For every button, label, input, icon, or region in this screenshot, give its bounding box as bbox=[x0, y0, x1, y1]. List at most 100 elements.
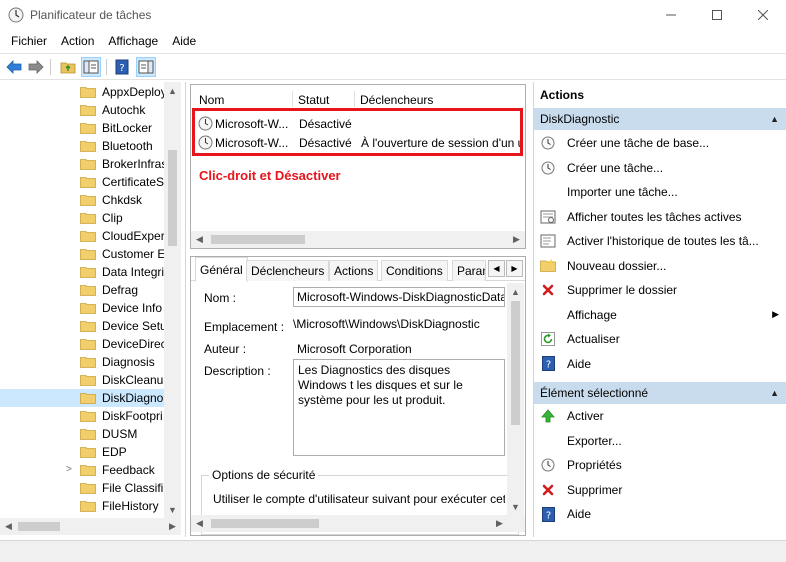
actions-section-selected-item[interactable]: Élément sélectionné ▲ bbox=[534, 382, 786, 404]
svg-text:?: ? bbox=[545, 510, 550, 521]
details-horizontal-scrollbar[interactable]: ◀ ▶ bbox=[191, 515, 525, 532]
tree-horizontal-scroll-thumb[interactable] bbox=[18, 522, 60, 531]
up-folder-button[interactable] bbox=[58, 57, 78, 77]
show-hide-console-tree-button[interactable] bbox=[81, 57, 101, 77]
action-item[interactable]: Supprimer le dossier bbox=[534, 279, 786, 301]
close-button[interactable] bbox=[740, 0, 786, 30]
name-field[interactable]: Microsoft-Windows-DiskDiagnosticDataColl… bbox=[293, 287, 505, 307]
scroll-down-arrow-icon[interactable]: ▼ bbox=[164, 501, 181, 518]
menu-action[interactable]: Action bbox=[54, 34, 101, 48]
description-field[interactable]: Les Diagnostics des disques Windows t le… bbox=[293, 359, 505, 456]
tree-item[interactable]: Diagnosis bbox=[0, 353, 168, 371]
tree-item[interactable]: DiskDiagno bbox=[0, 389, 168, 407]
tree-item[interactable]: BrokerInfras bbox=[0, 155, 168, 173]
action-item[interactable]: Activer bbox=[534, 405, 786, 427]
console-tree[interactable]: AppxDeploy Autochk BitLocker Bluetooth Broke… bbox=[0, 82, 186, 537]
action-item[interactable]: Afficher toutes les tâches actives bbox=[534, 206, 786, 228]
tree-item[interactable]: EDP bbox=[0, 443, 168, 461]
tree-item[interactable]: CloudExper bbox=[0, 227, 168, 245]
tree-item[interactable]: BitLocker bbox=[0, 119, 168, 137]
task-list-horizontal-scrollbar[interactable]: ◀ ▶ bbox=[191, 231, 525, 248]
action-item[interactable]: Exporter... bbox=[534, 430, 786, 452]
back-button[interactable] bbox=[4, 57, 24, 77]
menu-help[interactable]: Aide bbox=[165, 34, 203, 48]
action-item[interactable]: Supprimer bbox=[534, 479, 786, 501]
details-horizontal-scroll-thumb[interactable] bbox=[211, 519, 319, 528]
scroll-left-arrow-icon[interactable]: ◀ bbox=[0, 518, 17, 535]
expand-chevron-icon[interactable]: > bbox=[66, 464, 72, 475]
action-item[interactable]: Créer une tâche de base... bbox=[534, 132, 786, 154]
tree-item[interactable]: Customer E bbox=[0, 245, 168, 263]
scroll-up-arrow-icon[interactable]: ▲ bbox=[164, 82, 181, 99]
actions-section-diskdiagnostic[interactable]: DiskDiagnostic ▲ bbox=[534, 108, 786, 130]
column-separator[interactable] bbox=[354, 91, 355, 107]
tree-item[interactable]: FileHistory bbox=[0, 497, 168, 515]
scroll-right-arrow-icon[interactable]: ▶ bbox=[491, 515, 508, 532]
action-item[interactable]: Activer l'historique de toutes les tâ... bbox=[534, 230, 786, 252]
scroll-up-arrow-icon[interactable]: ▲ bbox=[507, 283, 524, 300]
action-item[interactable]: ? Aide bbox=[534, 353, 786, 375]
action-item[interactable]: Affichage ▶ bbox=[534, 304, 786, 326]
tree-item[interactable]: Bluetooth bbox=[0, 137, 168, 155]
tree-vertical-scroll-thumb[interactable] bbox=[168, 150, 177, 246]
tree-item[interactable]: CertificateS bbox=[0, 173, 168, 191]
close-icon bbox=[758, 10, 768, 20]
tab-conditions[interactable]: Conditions bbox=[381, 260, 448, 281]
description-label: Description : bbox=[204, 364, 271, 378]
column-header-name[interactable]: Nom bbox=[199, 93, 224, 107]
minimize-button[interactable] bbox=[648, 0, 694, 30]
tree-item[interactable]: Device Info bbox=[0, 299, 168, 317]
tree-item[interactable]: Chkdsk bbox=[0, 191, 168, 209]
action-item[interactable]: Propriétés bbox=[534, 454, 786, 476]
tab-general[interactable]: Général bbox=[195, 257, 248, 282]
scroll-down-arrow-icon[interactable]: ▼ bbox=[507, 498, 524, 515]
tab-scroll-left-icon[interactable]: ◀ bbox=[488, 260, 505, 277]
details-vertical-scrollbar[interactable]: ▲ ▼ bbox=[507, 283, 524, 515]
tree-item[interactable]: DUSM bbox=[0, 425, 168, 443]
menu-file[interactable]: Fichier bbox=[4, 34, 54, 48]
column-separator[interactable] bbox=[292, 91, 293, 107]
tree-horizontal-scrollbar[interactable]: ◀ ▶ bbox=[0, 518, 181, 535]
task-list-scroll-thumb[interactable] bbox=[211, 235, 305, 244]
tree-item[interactable]: Autochk bbox=[0, 101, 168, 119]
scroll-right-arrow-icon[interactable]: ▶ bbox=[508, 231, 525, 248]
folder-icon bbox=[80, 159, 96, 170]
menu-view[interactable]: Affichage bbox=[101, 34, 165, 48]
folder-icon bbox=[80, 123, 96, 134]
action-item[interactable]: Importer une tâche... bbox=[534, 181, 786, 203]
collapse-arrow-icon[interactable]: ▲ bbox=[770, 388, 779, 398]
tree-item[interactable]: File Classifi bbox=[0, 479, 168, 497]
tab-triggers[interactable]: Déclencheurs bbox=[246, 260, 330, 281]
action-item[interactable]: Actualiser bbox=[534, 328, 786, 350]
help-button[interactable]: ? bbox=[112, 57, 132, 77]
maximize-button[interactable] bbox=[694, 0, 740, 30]
action-item[interactable]: Nouveau dossier... bbox=[534, 255, 786, 277]
tree-item[interactable]: > Feedback bbox=[0, 461, 168, 479]
action-item[interactable]: Créer une tâche... bbox=[534, 157, 786, 179]
scroll-left-arrow-icon[interactable]: ◀ bbox=[191, 231, 208, 248]
show-hide-action-pane-button[interactable] bbox=[136, 57, 156, 77]
tab-settings[interactable]: Param bbox=[452, 260, 486, 281]
folder-icon bbox=[80, 303, 96, 314]
tab-actions[interactable]: Actions bbox=[329, 260, 379, 281]
tree-item[interactable]: AppxDeploy bbox=[0, 83, 168, 101]
collapse-arrow-icon[interactable]: ▲ bbox=[770, 114, 779, 124]
column-header-status[interactable]: Statut bbox=[298, 93, 329, 107]
annotation-text: Clic-droit et Désactiver bbox=[199, 168, 341, 183]
scroll-right-arrow-icon[interactable]: ▶ bbox=[164, 518, 181, 535]
tree-item[interactable]: Data Integri bbox=[0, 263, 168, 281]
tree-item[interactable]: DeviceDirec bbox=[0, 335, 168, 353]
tree-item[interactable]: DiskCleanu bbox=[0, 371, 168, 389]
tree-item[interactable]: DiskFootpri bbox=[0, 407, 168, 425]
tab-scroll-right-icon[interactable]: ▶ bbox=[506, 260, 523, 277]
column-header-triggers[interactable]: Déclencheurs bbox=[360, 93, 433, 107]
tree-item[interactable]: Defrag bbox=[0, 281, 168, 299]
tree-item[interactable]: Device Setu bbox=[0, 317, 168, 335]
forward-button[interactable] bbox=[26, 57, 46, 77]
delete-icon bbox=[540, 282, 556, 298]
tree-vertical-scrollbar[interactable]: ▲ ▼ bbox=[164, 82, 181, 518]
details-vertical-scroll-thumb[interactable] bbox=[511, 301, 520, 425]
scroll-left-arrow-icon[interactable]: ◀ bbox=[191, 515, 208, 532]
tree-item[interactable]: Clip bbox=[0, 209, 168, 227]
action-item[interactable]: ? Aide bbox=[534, 503, 786, 525]
